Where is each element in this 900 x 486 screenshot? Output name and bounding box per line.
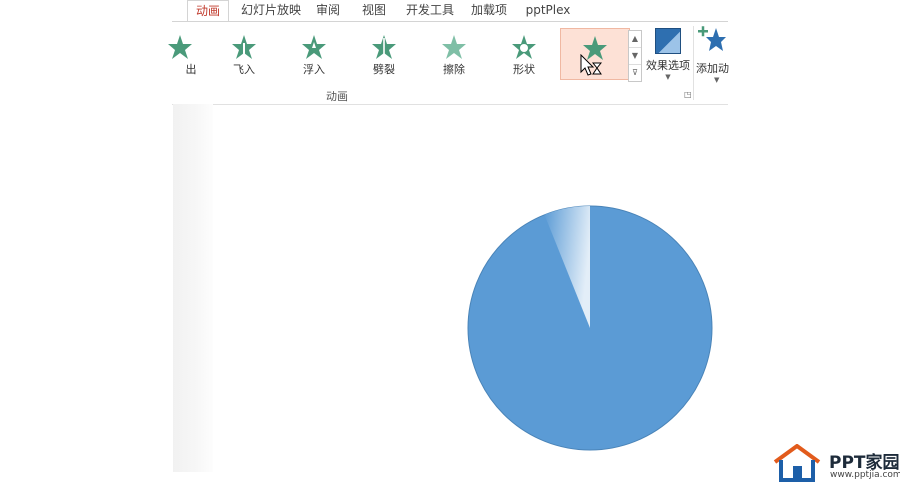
effect-options-label: 效果选项 bbox=[646, 59, 690, 72]
add-animation-button[interactable]: 添加动 ▼ bbox=[696, 26, 736, 84]
chevron-down-icon: ▼ bbox=[665, 73, 671, 81]
slide-edge-shadow bbox=[173, 104, 213, 472]
animation-gallery: 出 飞入 浮入 劈裂 擦除 形状 ▲ ▼ ⊽ bbox=[168, 26, 642, 98]
anim-label: 劈裂 bbox=[373, 63, 395, 76]
anim-item-split[interactable]: 劈裂 bbox=[354, 28, 414, 78]
effect-options-icon bbox=[655, 28, 681, 54]
anim-item-float-in[interactable]: 浮入 bbox=[284, 28, 344, 78]
anim-label: 擦除 bbox=[443, 63, 465, 76]
tab-slideshow[interactable]: 幻灯片放映 bbox=[237, 0, 305, 21]
anim-label: 形状 bbox=[513, 63, 535, 76]
anim-item-fly-in[interactable]: 飞入 bbox=[214, 28, 274, 78]
star-icon bbox=[302, 35, 326, 59]
anim-label: 出 bbox=[185, 63, 197, 76]
site-logo: PPT家园 www.pptjia.com bbox=[773, 443, 900, 482]
tab-view[interactable]: 视图 bbox=[357, 0, 391, 21]
gallery-scrollbar[interactable]: ▲ ▼ ⊽ bbox=[628, 30, 642, 82]
add-star-icon bbox=[698, 26, 726, 51]
star-icon bbox=[512, 35, 536, 59]
gallery-more-icon[interactable]: ⊽ bbox=[629, 65, 641, 81]
star-icon bbox=[442, 35, 466, 59]
mouse-cursor-icon bbox=[580, 54, 602, 76]
tab-developer[interactable]: 开发工具 bbox=[403, 0, 457, 21]
logo-url: www.pptjia.com bbox=[830, 470, 900, 480]
tab-animations[interactable]: 动画 bbox=[187, 0, 229, 22]
group-label-animation: 动画 bbox=[326, 90, 348, 103]
anim-item-exit[interactable]: 出 bbox=[150, 28, 210, 78]
ribbon-tabs: 动画 幻灯片放映 审阅 视图 开发工具 加载项 pptPlex bbox=[175, 0, 735, 22]
star-icon bbox=[232, 35, 256, 59]
house-logo-icon bbox=[773, 443, 821, 482]
anim-item-shape[interactable]: 形状 bbox=[494, 28, 554, 78]
anim-label: 飞入 bbox=[233, 63, 255, 76]
tab-addins[interactable]: 加载项 bbox=[467, 0, 511, 21]
add-animation-label: 添加动 bbox=[696, 62, 729, 75]
star-icon bbox=[168, 35, 192, 59]
ribbon-separator bbox=[693, 26, 694, 100]
anim-label: 浮入 bbox=[303, 63, 325, 76]
scroll-down-icon[interactable]: ▼ bbox=[629, 48, 641, 65]
star-icon bbox=[372, 35, 396, 59]
pie-shape[interactable] bbox=[466, 204, 714, 452]
ribbon-panel: 出 飞入 浮入 劈裂 擦除 形状 ▲ ▼ ⊽ 效果选项 ▼ 添加动 ▼ 动画 ◳ bbox=[168, 21, 729, 105]
chevron-down-icon: ▼ bbox=[714, 76, 720, 84]
effect-options-button[interactable]: 效果选项 ▼ bbox=[646, 26, 690, 82]
tab-review[interactable]: 审阅 bbox=[311, 0, 345, 21]
dialog-launcher-icon[interactable]: ◳ bbox=[684, 90, 692, 99]
scroll-up-icon[interactable]: ▲ bbox=[629, 31, 641, 48]
tab-pptplex[interactable]: pptPlex bbox=[523, 0, 573, 21]
anim-item-wipe[interactable]: 擦除 bbox=[424, 28, 484, 78]
